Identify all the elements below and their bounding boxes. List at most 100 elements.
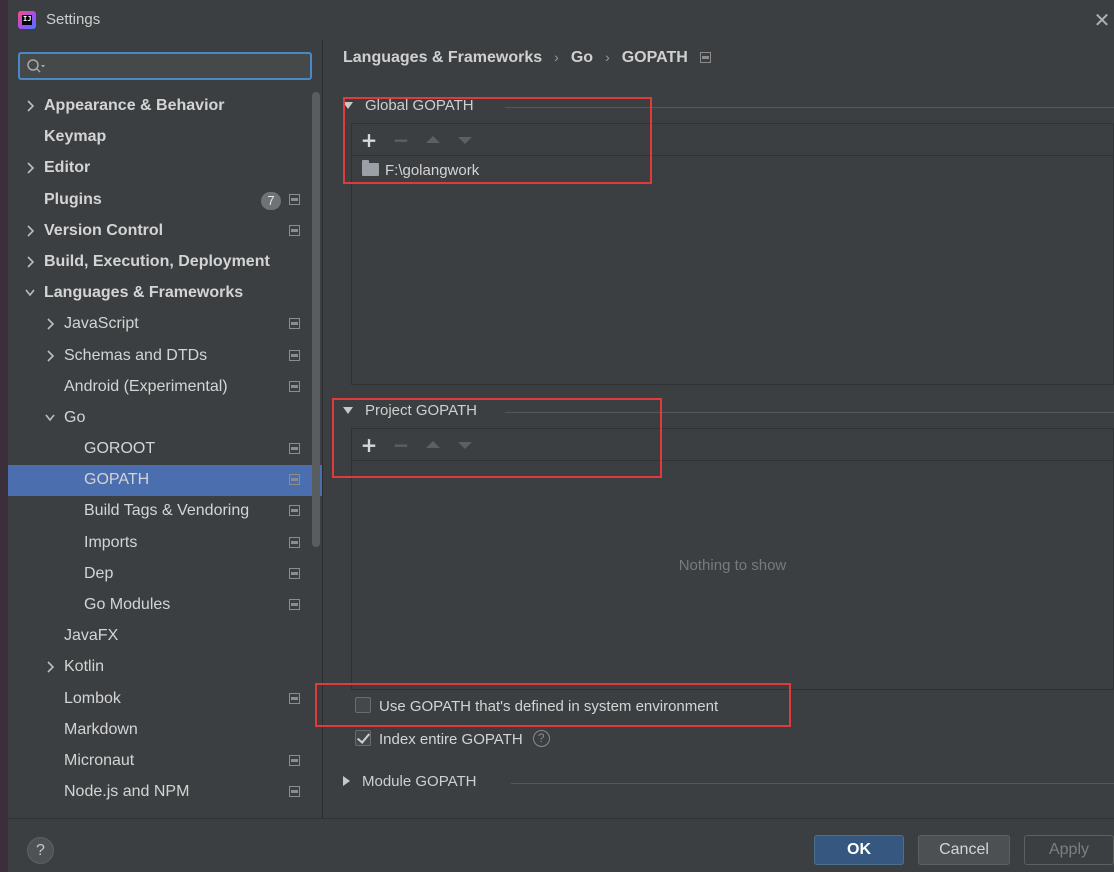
- sidebar-item-label: Build, Execution, Deployment: [44, 252, 270, 270]
- chevron-right-icon[interactable]: [24, 224, 36, 238]
- breadcrumb: Languages & Frameworks › Go › GOPATH: [343, 49, 711, 69]
- sidebar-scrollbar[interactable]: [312, 92, 320, 547]
- project-settings-icon: [289, 349, 300, 361]
- sidebar-item-plugins[interactable]: Plugins 7: [8, 185, 322, 216]
- project-settings-icon: [699, 52, 711, 63]
- chevron-right-icon: ›: [605, 49, 610, 65]
- module-gopath-header[interactable]: Module GOPATH: [343, 773, 476, 793]
- sidebar-item-label: Plugins: [44, 190, 102, 208]
- project-settings-icon: [289, 193, 300, 205]
- sidebar-item-label: Kotlin: [64, 658, 105, 676]
- sidebar-item-lombok[interactable]: Lombok: [8, 684, 322, 715]
- breadcrumb-item[interactable]: Languages & Frameworks: [343, 49, 542, 67]
- project-settings-icon: [289, 505, 300, 517]
- checkbox[interactable]: [355, 730, 371, 747]
- help-icon[interactable]: ?: [532, 729, 550, 747]
- apply-button[interactable]: Apply: [1024, 835, 1114, 865]
- project-settings-icon: [289, 786, 300, 798]
- project-settings-icon: [289, 318, 300, 330]
- project-settings-icon: [289, 380, 300, 392]
- dialog-footer: ? OK Cancel Apply: [8, 818, 1114, 872]
- sidebar-item-label: Languages & Frameworks: [44, 284, 244, 302]
- sidebar-item-markdown[interactable]: Markdown: [8, 715, 322, 746]
- sidebar-item-label: Keymap: [44, 128, 107, 146]
- triangle-right-icon: [343, 776, 350, 786]
- title-bar: IJ Settings ✕: [8, 0, 1114, 40]
- sidebar-item-schemas-and-dtds[interactable]: Schemas and DTDs: [8, 341, 322, 372]
- sidebar-item-label: Android (Experimental): [64, 377, 228, 395]
- chevron-right-icon[interactable]: [24, 161, 36, 175]
- sidebar-item-goroot[interactable]: GOROOT: [8, 434, 322, 465]
- ok-button[interactable]: OK: [814, 835, 904, 865]
- intellij-logo-icon: IJ: [18, 11, 36, 29]
- update-count-badge: 7: [261, 191, 281, 210]
- sidebar-item-node-js-and-npm[interactable]: Node.js and NPM: [8, 777, 322, 808]
- settings-tree: Appearance & Behavior Keymap Editor Plugins…: [8, 91, 322, 808]
- project-settings-icon: [289, 567, 300, 579]
- settings-sidebar: Appearance & Behavior Keymap Editor Plugins…: [8, 40, 322, 818]
- sidebar-item-label: Schemas and DTDs: [64, 346, 208, 364]
- highlight-box: [343, 97, 652, 184]
- sidebar-item-label: GOPATH: [84, 471, 150, 489]
- cancel-button[interactable]: Cancel: [918, 835, 1010, 865]
- background-strip: [0, 0, 8, 872]
- project-settings-icon: [289, 754, 300, 766]
- sidebar-item-imports[interactable]: Imports: [8, 528, 322, 559]
- sidebar-item-version-control[interactable]: Version Control: [8, 216, 322, 247]
- sidebar-item-build-tags-vendoring[interactable]: Build Tags & Vendoring: [8, 496, 322, 527]
- sidebar-item-label: Lombok: [64, 689, 121, 707]
- sidebar-item-languages-frameworks[interactable]: Languages & Frameworks: [8, 278, 322, 309]
- sidebar-item-label: Go: [64, 408, 86, 426]
- sidebar-item-dep[interactable]: Dep: [8, 559, 322, 590]
- sidebar-item-micronaut[interactable]: Micronaut: [8, 746, 322, 777]
- sidebar-item-label: Micronaut: [64, 751, 135, 769]
- sidebar-item-android-experimental[interactable]: Android (Experimental): [8, 372, 322, 403]
- chevron-down-icon[interactable]: [44, 411, 56, 425]
- chevron-down-icon[interactable]: [24, 286, 36, 300]
- project-settings-icon: [289, 599, 300, 610]
- project-settings-icon: [289, 692, 300, 704]
- sidebar-item-label: JavaFX: [64, 627, 119, 645]
- sidebar-item-go[interactable]: Go: [8, 403, 322, 434]
- chevron-right-icon[interactable]: [44, 317, 56, 331]
- chevron-right-icon[interactable]: [44, 349, 56, 363]
- sidebar-item-build-execution-deployment[interactable]: Build, Execution, Deployment: [8, 247, 322, 278]
- index-entire-gopath-checkbox[interactable]: Index entire GOPATH?: [355, 729, 550, 753]
- sidebar-item-editor[interactable]: Editor: [8, 153, 322, 184]
- settings-dialog: IJ Settings ✕ Appearance & Behavior Keyma…: [8, 0, 1114, 872]
- project-settings-icon: [289, 474, 300, 486]
- project-settings-icon: [289, 224, 300, 236]
- breadcrumb-item: GOPATH: [621, 49, 688, 66]
- search-box[interactable]: [18, 52, 312, 80]
- sidebar-item-javafx[interactable]: JavaFX: [8, 621, 322, 652]
- window-title: Settings: [46, 11, 101, 28]
- chevron-right-icon[interactable]: [24, 255, 36, 269]
- sidebar-item-appearance-behavior[interactable]: Appearance & Behavior: [8, 91, 322, 122]
- sidebar-item-javascript[interactable]: JavaScript: [8, 309, 322, 340]
- empty-list-text: Nothing to show: [678, 557, 787, 574]
- help-button[interactable]: ?: [27, 837, 54, 864]
- sidebar-item-label: Dep: [84, 564, 114, 582]
- sidebar-item-label: Appearance & Behavior: [44, 97, 225, 114]
- breadcrumb-item[interactable]: Go: [571, 49, 593, 67]
- sidebar-item-go-modules[interactable]: Go Modules: [8, 590, 322, 621]
- section-divider: [511, 783, 1114, 784]
- sidebar-item-gopath[interactable]: GOPATH: [8, 465, 322, 497]
- close-icon[interactable]: ✕: [1092, 10, 1112, 30]
- search-input[interactable]: [52, 56, 302, 76]
- project-settings-icon: [289, 443, 300, 455]
- sidebar-item-kotlin[interactable]: Kotlin: [8, 652, 322, 683]
- highlight-box: [332, 398, 662, 478]
- sidebar-item-label: Markdown: [64, 720, 138, 738]
- chevron-right-icon: ›: [554, 49, 559, 65]
- sidebar-item-label: Build Tags & Vendoring: [84, 502, 250, 520]
- chevron-right-icon[interactable]: [24, 99, 36, 113]
- sidebar-item-keymap[interactable]: Keymap: [8, 122, 322, 153]
- sidebar-item-label: Editor: [44, 159, 91, 177]
- sidebar-item-label: GOROOT: [84, 440, 156, 458]
- module-gopath-title: Module GOPATH: [362, 773, 477, 790]
- sidebar-item-label: Imports: [84, 533, 138, 551]
- sidebar-item-label: JavaScript: [64, 315, 139, 333]
- search-icon: [27, 59, 45, 73]
- chevron-right-icon[interactable]: [44, 660, 56, 674]
